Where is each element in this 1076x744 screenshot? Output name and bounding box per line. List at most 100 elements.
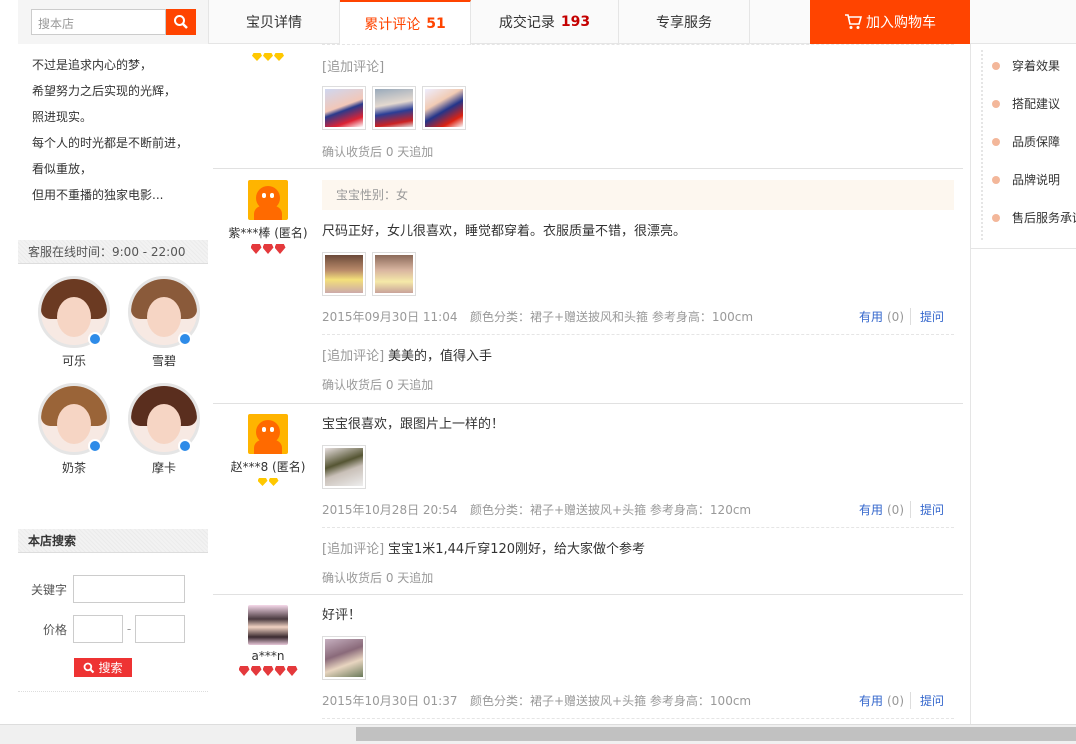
append-label: [追加评论] <box>322 60 385 75</box>
tab-item-detail[interactable]: 宝贝详情 <box>209 0 340 44</box>
shop-search-input[interactable]: 搜本店 <box>31 9 166 35</box>
bullet-icon <box>992 99 1000 108</box>
ask-button[interactable]: 提问 <box>909 308 944 325</box>
useful-label: 有用 <box>858 310 883 324</box>
slogan-line: 不过是追求内心的梦， <box>32 58 153 72</box>
useful-count: (0) <box>887 694 904 708</box>
review-photos <box>322 445 954 489</box>
search-button[interactable] <box>166 9 196 35</box>
agent-name: 可乐 <box>61 354 86 368</box>
service-hours: 客服在线时间：9:00 - 22:00 <box>18 240 208 264</box>
horizontal-scrollbar[interactable] <box>0 724 1076 744</box>
review-photo[interactable] <box>322 636 366 680</box>
buyer-attribute: 宝宝性别：女 <box>322 180 954 210</box>
tab-label: 宝贝详情 <box>246 15 302 31</box>
agent-moka[interactable]: 摩卡 <box>120 383 208 490</box>
reviewer-name: a***n <box>251 649 285 663</box>
review-photo[interactable] <box>322 445 366 489</box>
append-footnote: 确认收货后 0 天追加 <box>322 145 434 159</box>
review-date: 2015年10月30日 01:37 <box>322 694 458 708</box>
anchor-label: 品质保障 <box>1012 135 1061 149</box>
review-photo[interactable] <box>372 86 416 130</box>
review-item: a***n 好评！ 2015年10月30日 01:37 颜色分类：裙子+赠送披风… <box>213 595 963 724</box>
add-to-cart-button[interactable]: 加入购物车 <box>810 0 970 44</box>
left-sidebar: 不过是追求内心的梦， 希望努力之后实现的光辉， 照进现实。 每个人的时光都是不断… <box>18 44 208 724</box>
useful-button[interactable]: 有用 (0) <box>859 692 904 709</box>
detail-anchor-nav: 穿着效果 搭配建议 品质保障 品牌说明 售后服务承诺 <box>970 44 1076 249</box>
review-list: [追加评论] 确认收货后 0 天追加 紫***棒 (匿名) 宝宝性别：女 尺码正… <box>213 44 963 724</box>
detail-tab-bar: 搜本店 宝贝详情 累计评论 51 成交记录 193 专享服务 加入购物车 <box>18 0 1076 45</box>
scrollbar-thumb[interactable] <box>356 727 1076 741</box>
anchor-label: 搭配建议 <box>1012 97 1061 111</box>
price-separator: - <box>126 622 132 636</box>
reviewer: 紫***棒 (匿名) <box>213 180 323 254</box>
keyword-input[interactable] <box>73 575 185 603</box>
tab-reviews[interactable]: 累计评论 51 <box>340 0 471 45</box>
shop-search-panel: 本店搜索 关键字 价格 - 搜索 <box>18 529 208 692</box>
agent-name: 雪碧 <box>151 354 176 368</box>
review-photo[interactable] <box>322 86 366 130</box>
agent-xuebi[interactable]: 雪碧 <box>120 276 208 383</box>
price-min-input[interactable] <box>73 615 123 643</box>
append-footnote: 确认收货后 0 天追加 <box>322 571 434 585</box>
review-sku: 颜色分类：裙子+赠送披风+头箍 参考身高：120cm <box>470 503 752 517</box>
reviewer: a***n <box>213 605 323 676</box>
anchor-item-brand[interactable]: 品牌说明 <box>992 171 1060 188</box>
agent-naicha[interactable]: 奶茶 <box>30 383 118 490</box>
review-photo[interactable] <box>372 252 416 296</box>
shop-search-button[interactable]: 搜索 <box>74 658 132 677</box>
buyer-rank-icon <box>213 666 323 676</box>
buyer-rank-icon <box>213 244 323 254</box>
anchor-item-wear-effect[interactable]: 穿着效果 <box>992 57 1060 74</box>
search-icon <box>174 15 188 29</box>
anchor-item-matching[interactable]: 搭配建议 <box>992 95 1060 112</box>
reviewer <box>213 50 323 61</box>
divider <box>18 691 208 692</box>
useful-label: 有用 <box>858 503 883 517</box>
divider <box>322 334 954 335</box>
anchor-label: 穿着效果 <box>1012 59 1061 73</box>
anchor-item-after-sales[interactable]: 售后服务承诺 <box>992 209 1076 226</box>
avatar <box>248 605 288 645</box>
agent-kele[interactable]: 可乐 <box>30 276 118 383</box>
useful-button[interactable]: 有用 (0) <box>859 308 904 325</box>
slogan-line: 看似重放， <box>32 162 93 176</box>
review-item: 赵***8 (匿名) 宝宝很喜欢，跟图片上一样的！ 2015年10月28日 20… <box>213 404 963 595</box>
wangwang-icon[interactable] <box>178 439 192 453</box>
anchor-item-quality[interactable]: 品质保障 <box>992 133 1060 150</box>
reviewer-name: 赵***8 (匿名) <box>230 460 306 474</box>
useful-count: (0) <box>887 310 904 324</box>
tab-label: 累计评论 <box>364 16 421 33</box>
agent-name: 摩卡 <box>151 461 176 475</box>
review-photos <box>322 86 954 130</box>
review-photo[interactable] <box>322 252 366 296</box>
anchor-label: 品牌说明 <box>1012 173 1061 187</box>
useful-button[interactable]: 有用 (0) <box>859 501 904 518</box>
tab-transactions[interactable]: 成交记录 193 <box>471 0 619 44</box>
ask-button[interactable]: 提问 <box>909 692 944 709</box>
review-sku: 颜色分类：裙子+赠送披风和头箍 参考身高：100cm <box>470 310 754 324</box>
review-photo[interactable] <box>422 86 466 130</box>
reviewer-name: 紫***棒 (匿名) <box>228 226 308 240</box>
divider <box>322 527 954 528</box>
wangwang-icon[interactable] <box>88 332 102 346</box>
tab-exclusive-service[interactable]: 专享服务 <box>619 0 750 44</box>
tab-label: 成交记录 <box>498 15 555 31</box>
ask-button[interactable]: 提问 <box>909 501 944 518</box>
review-text: 尺码正好，女儿很喜欢，睡觉都穿着。衣服质量不错，很漂亮。 <box>322 224 687 239</box>
avatar <box>248 414 288 454</box>
bullet-icon <box>992 61 1000 70</box>
slogan-line: 希望努力之后实现的光辉， <box>32 84 177 98</box>
search-button-label: 搜索 <box>98 661 123 675</box>
tab-label: 专享服务 <box>656 15 712 31</box>
wangwang-icon[interactable] <box>178 332 192 346</box>
price-max-input[interactable] <box>135 615 185 643</box>
slogan-line: 但用不重播的独家电影... <box>32 188 164 202</box>
keyword-label: 关键字 <box>30 582 67 597</box>
wangwang-icon[interactable] <box>88 439 102 453</box>
review-item: [追加评论] 确认收货后 0 天追加 <box>213 44 963 169</box>
review-meta: 2015年09月30日 11:04 颜色分类：裙子+赠送披风和头箍 参考身高：1… <box>322 308 954 325</box>
review-item: 紫***棒 (匿名) 宝宝性别：女 尺码正好，女儿很喜欢，睡觉都穿着。衣服质量不… <box>213 169 963 404</box>
anchor-line <box>981 50 983 240</box>
shop-search-box: 搜本店 <box>18 0 209 44</box>
